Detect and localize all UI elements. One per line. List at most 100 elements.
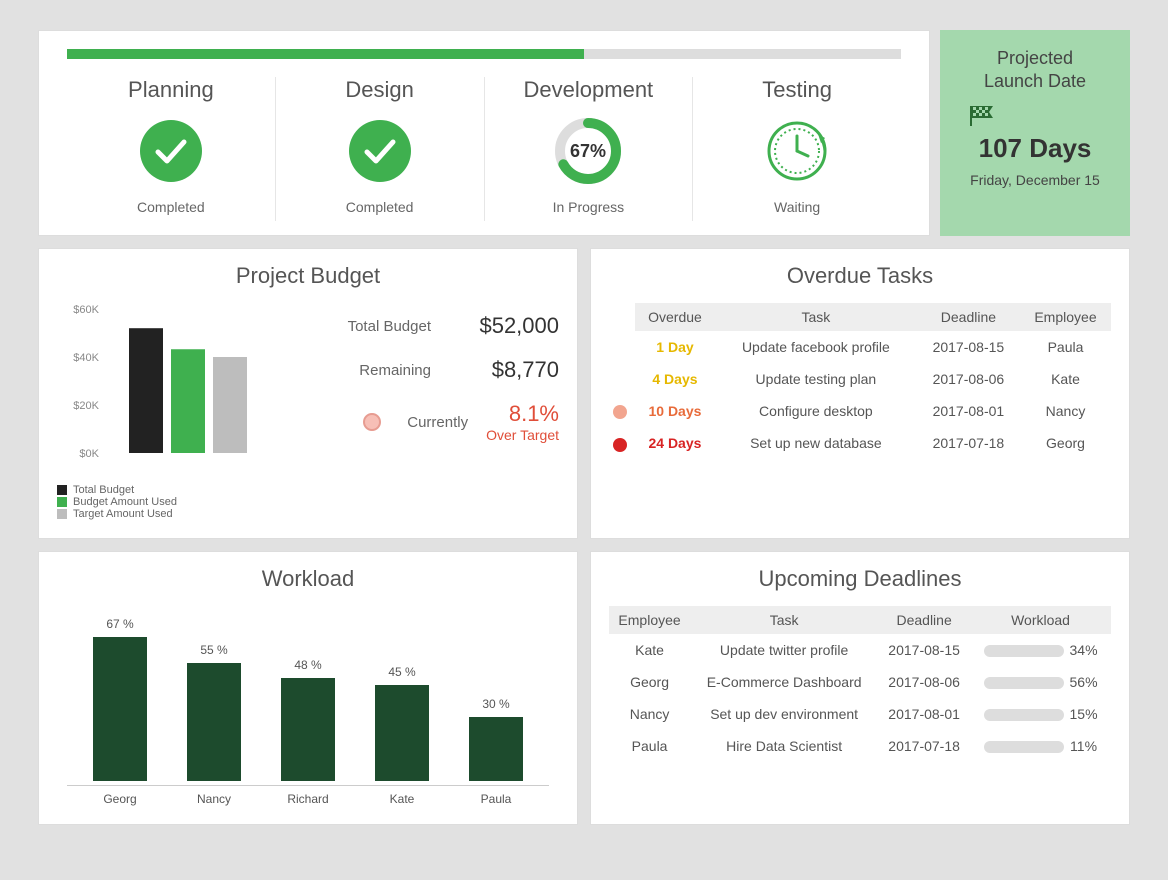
remaining-value: $8,770 — [449, 357, 559, 383]
upcoming-table: EmployeeTaskDeadlineWorkload Kate Update… — [609, 606, 1111, 762]
overdue-days: 10 Days — [635, 395, 715, 427]
workload-cell: 56% — [970, 666, 1111, 698]
phase-title: Development — [495, 77, 683, 103]
overall-progress — [67, 49, 901, 59]
workload-chart: 67 % 55 % 48 % 45 % 30 % — [67, 606, 549, 786]
over-target-text: Over Target — [486, 427, 559, 443]
table-header: Deadline — [878, 606, 970, 634]
workload-cell: 15% — [970, 698, 1111, 730]
employee: Nancy — [1020, 395, 1111, 427]
table-row[interactable]: Kate Update twitter profile 2017-08-15 3… — [609, 634, 1111, 666]
launch-card: Projected Launch Date 107 Days Friday, D… — [940, 30, 1130, 236]
phase-status-icon — [703, 115, 891, 187]
employee: Paula — [609, 730, 690, 762]
table-header: Employee — [1020, 303, 1111, 331]
svg-text:$60K: $60K — [73, 304, 99, 316]
task-name: Update facebook profile — [715, 331, 917, 363]
employee: Georg — [1020, 427, 1111, 459]
deadline: 2017-08-06 — [917, 363, 1020, 395]
deadline: 2017-08-01 — [878, 698, 970, 730]
phase-development: Development 67% In Progress — [485, 77, 694, 221]
budget-stats: Total Budget $52,000 Remaining $8,770 Cu… — [277, 303, 559, 520]
budget-title: Project Budget — [57, 263, 559, 289]
deadline: 2017-08-06 — [878, 666, 970, 698]
currently-label: Currently — [407, 414, 468, 431]
total-budget-value: $52,000 — [449, 313, 559, 339]
deadline: 2017-07-18 — [917, 427, 1020, 459]
svg-text:67%: 67% — [570, 141, 606, 161]
workload-bar: 30 % — [463, 697, 529, 781]
overdue-days: 24 Days — [635, 427, 715, 459]
overdue-panel: Overdue Tasks OverdueTaskDeadlineEmploye… — [590, 248, 1130, 539]
employee: Kate — [1020, 363, 1111, 395]
over-target-pct: 8.1% — [509, 401, 559, 426]
phase-status-icon — [77, 115, 265, 187]
total-budget-label: Total Budget — [348, 318, 431, 335]
task-name: Update twitter profile — [690, 634, 878, 666]
workload-bar: 67 % — [87, 617, 153, 781]
table-row[interactable]: 10 Days Configure desktop 2017-08-01 Nan… — [609, 395, 1111, 427]
budget-chart: $0K $20K $40K $60K Total BudgetBudget Amoun… — [57, 303, 277, 520]
workload-bar: 45 % — [369, 665, 435, 781]
workload-category: Georg — [87, 792, 153, 806]
deadline: 2017-07-18 — [878, 730, 970, 762]
phase-title: Testing — [703, 77, 891, 103]
workload-cell: 34% — [970, 634, 1111, 666]
workload-value: 55 % — [181, 643, 247, 657]
workload-panel: Workload 67 % 55 % 48 % 45 % 30 % GeorgN… — [38, 551, 578, 825]
launch-days: 107 Days — [951, 133, 1119, 164]
task-name: Configure desktop — [715, 395, 917, 427]
phase-design: Design Completed — [276, 77, 485, 221]
phase-status-icon — [286, 115, 474, 187]
svg-text:$0K: $0K — [79, 448, 99, 460]
deadline: 2017-08-15 — [917, 331, 1020, 363]
legend-item: Target Amount Used — [57, 508, 277, 520]
workload-bar: 48 % — [275, 658, 341, 781]
launch-title-l2: Launch Date — [984, 71, 1086, 91]
workload-title: Workload — [57, 566, 559, 592]
svg-text:$20K: $20K — [73, 400, 99, 412]
workload-bar: 55 % — [181, 643, 247, 781]
phase-testing: Testing Waiting — [693, 77, 901, 221]
task-name: Hire Data Scientist — [690, 730, 878, 762]
table-header: Task — [690, 606, 878, 634]
over-target-indicator-icon — [363, 413, 389, 431]
phase-title: Design — [286, 77, 474, 103]
table-row[interactable]: 4 Days Update testing plan 2017-08-06 Ka… — [609, 363, 1111, 395]
launch-title-l1: Projected — [997, 48, 1073, 68]
overdue-days: 4 Days — [635, 363, 715, 395]
table-header: Employee — [609, 606, 690, 634]
workload-category: Richard — [275, 792, 341, 806]
workload-value: 30 % — [463, 697, 529, 711]
overdue-days: 1 Day — [635, 331, 715, 363]
employee: Paula — [1020, 331, 1111, 363]
task-name: Set up dev environment — [690, 698, 878, 730]
table-row[interactable]: Georg E-Commerce Dashboard 2017-08-06 56… — [609, 666, 1111, 698]
workload-value: 45 % — [369, 665, 435, 679]
phases-card: Planning Completed Design Completed Deve… — [38, 30, 930, 236]
overdue-table: OverdueTaskDeadlineEmployee 1 Day Update… — [609, 303, 1111, 460]
legend-item: Budget Amount Used — [57, 496, 277, 508]
table-header: Overdue — [635, 303, 715, 331]
phase-status: Waiting — [703, 199, 891, 215]
flag-icon — [951, 104, 1119, 131]
workload-category: Paula — [463, 792, 529, 806]
employee: Kate — [609, 634, 690, 666]
upcoming-panel: Upcoming Deadlines EmployeeTaskDeadlineW… — [590, 551, 1130, 825]
legend-item: Total Budget — [57, 484, 277, 496]
table-header: Task — [715, 303, 917, 331]
workload-value: 67 % — [87, 617, 153, 631]
workload-category: Kate — [369, 792, 435, 806]
deadline: 2017-08-01 — [917, 395, 1020, 427]
table-header: Workload — [970, 606, 1111, 634]
remaining-label: Remaining — [359, 362, 431, 379]
upcoming-title: Upcoming Deadlines — [609, 566, 1111, 592]
phase-status-icon: 67% — [495, 115, 683, 187]
table-row[interactable]: 1 Day Update facebook profile 2017-08-15… — [609, 331, 1111, 363]
employee: Nancy — [609, 698, 690, 730]
table-row[interactable]: Nancy Set up dev environment 2017-08-01 … — [609, 698, 1111, 730]
table-row[interactable]: Paula Hire Data Scientist 2017-07-18 11% — [609, 730, 1111, 762]
table-row[interactable]: 24 Days Set up new database 2017-07-18 G… — [609, 427, 1111, 459]
deadline: 2017-08-15 — [878, 634, 970, 666]
svg-text:$40K: $40K — [73, 352, 99, 364]
